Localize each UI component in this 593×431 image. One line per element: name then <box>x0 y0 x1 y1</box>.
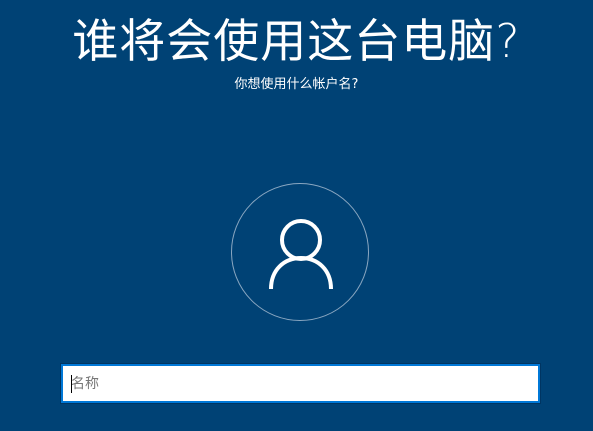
page-title: 谁将会使用这台电脑? <box>72 14 521 68</box>
name-field[interactable] <box>60 363 541 404</box>
name-input[interactable] <box>63 366 538 401</box>
oobe-account-screen: 谁将会使用这台电脑? 你想使用什么帐户名? <box>0 0 593 431</box>
page-subtitle: 你想使用什么帐户名? <box>234 77 359 92</box>
avatar <box>231 183 369 321</box>
text-caret <box>71 375 72 393</box>
user-icon <box>269 219 333 290</box>
